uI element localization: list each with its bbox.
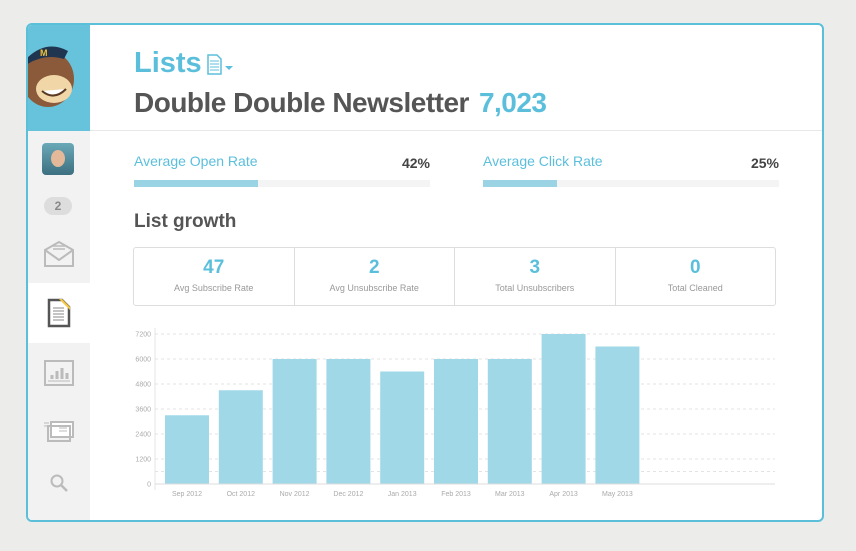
lists-icon	[47, 298, 71, 328]
stat-total-unsubscribers: 3 Total Unsubscribers	[455, 248, 616, 305]
app-window: M 2 Lists Double Double Newsletter 7,023 …	[26, 23, 824, 522]
bar-dec-2012	[326, 359, 371, 484]
nav-search[interactable]	[28, 453, 90, 513]
bar-mar-2013	[487, 359, 532, 484]
click-rate-bar	[483, 180, 779, 187]
y-tick-label: 4800	[135, 382, 151, 389]
subscriber-count: 7,023	[478, 87, 547, 118]
y-tick-label: 7200	[135, 332, 151, 339]
templates-icon	[44, 421, 74, 442]
list-dropdown-icon[interactable]	[206, 53, 236, 75]
x-tick-label: Nov 2012	[280, 491, 310, 498]
x-tick-label: Feb 2013	[441, 491, 471, 498]
bar-may-2013	[595, 346, 640, 484]
nav-lists[interactable]	[28, 283, 90, 343]
list-growth-chart: 0 1200 2400 3600 4800 6000 7200 Sep 2012 Oct 201…	[135, 328, 775, 498]
notification-badge[interactable]: 2	[44, 197, 72, 215]
x-tick-label: Dec 2012	[333, 491, 363, 498]
reports-icon	[44, 360, 74, 386]
header-divider	[90, 130, 822, 131]
y-tick-label: 1200	[135, 457, 151, 464]
list-title: Double Double Newsletter 7,023	[134, 87, 547, 118]
user-avatar[interactable]	[42, 143, 74, 175]
y-tick-label: 6000	[135, 357, 151, 364]
bar-sep-2012	[165, 415, 209, 484]
stat-unsubscribe-rate: 2 Avg Unsubscribe Rate	[295, 248, 455, 305]
y-tick-label: 2400	[135, 432, 151, 439]
open-rate: Average Open Rate 42%	[134, 153, 430, 187]
section-title[interactable]: Lists	[134, 47, 236, 80]
open-rate-bar	[134, 180, 430, 187]
bar-apr-2013	[541, 334, 586, 484]
bar-feb-2013	[434, 359, 478, 484]
nav-campaigns[interactable]	[28, 223, 90, 283]
bar-nov-2012	[272, 359, 317, 484]
sidebar: M 2	[28, 25, 90, 520]
nav-reports[interactable]	[28, 343, 90, 403]
x-tick-label: Mar 2013	[495, 491, 525, 498]
x-tick-label: Sep 2012	[172, 491, 202, 498]
bar-jan-2013	[380, 371, 425, 484]
svg-text:M: M	[40, 48, 48, 58]
stats-box: 47 Avg Subscribe Rate 2 Avg Unsubscribe Ra…	[133, 247, 776, 306]
x-tick-label: May 2013	[602, 491, 633, 498]
x-tick-label: Apr 2013	[549, 491, 578, 498]
bar-oct-2012	[218, 390, 263, 484]
monkey-logo-icon: M	[28, 46, 74, 107]
list-growth-heading: List growth	[134, 211, 237, 232]
stat-total-cleaned: 0 Total Cleaned	[667, 257, 723, 293]
x-tick-label: Oct 2012	[227, 491, 256, 498]
search-icon	[50, 474, 68, 492]
stat-subscribe-rate: 47 Avg Subscribe Rate	[134, 248, 295, 305]
y-tick-label: 3600	[135, 407, 151, 414]
campaigns-icon	[44, 240, 74, 267]
x-tick-label: Jan 2013	[388, 491, 417, 498]
click-rate: Average Click Rate 25%	[483, 153, 779, 187]
logo-area[interactable]: M	[28, 25, 90, 131]
y-tick-label: 0	[147, 482, 151, 489]
